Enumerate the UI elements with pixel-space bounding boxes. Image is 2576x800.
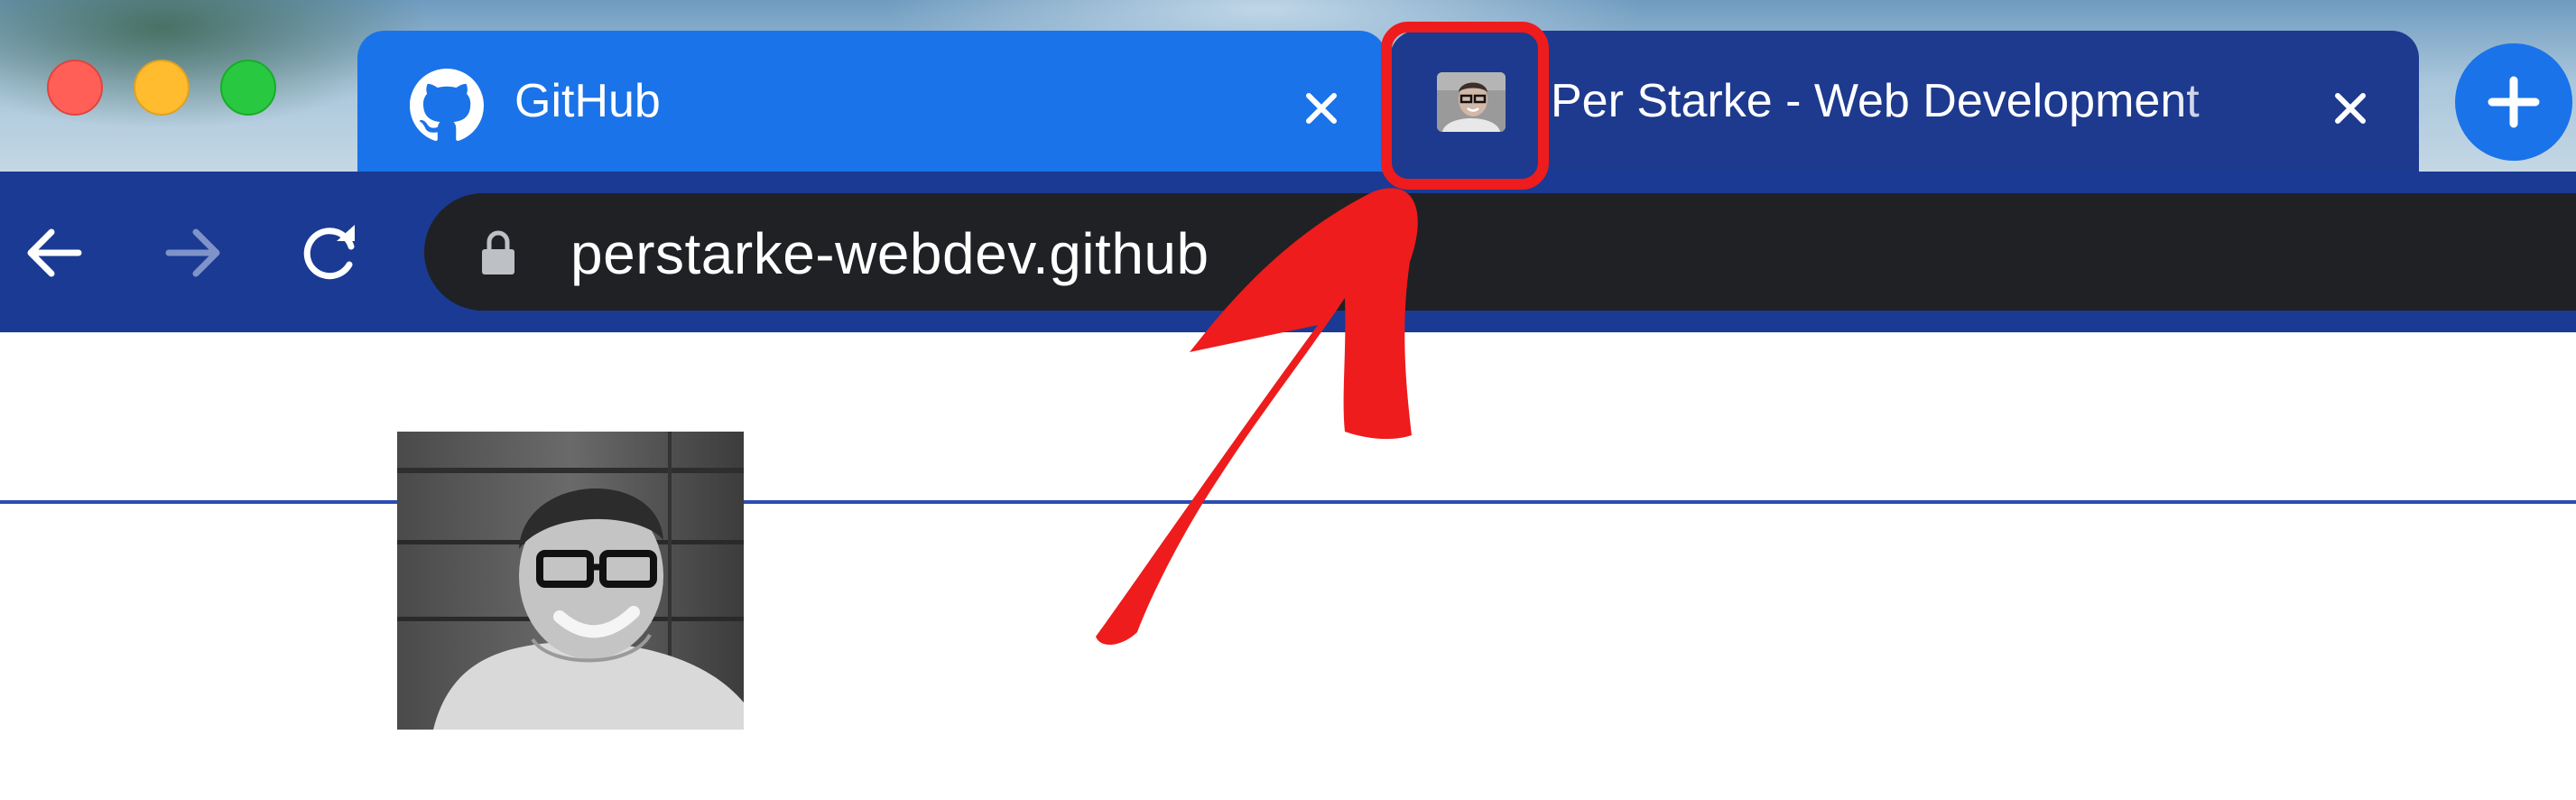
- back-button[interactable]: [9, 208, 99, 298]
- annotation-arrow: [1096, 188, 1418, 646]
- profile-photo: [397, 432, 744, 730]
- close-icon[interactable]: [1296, 83, 1347, 134]
- forward-button[interactable]: [148, 208, 238, 298]
- github-icon: [410, 69, 484, 141]
- window-close-button[interactable]: [47, 60, 103, 116]
- lock-icon: [482, 230, 514, 274]
- tab-title: GitHub: [514, 75, 661, 127]
- tab-title: Per Starke - Web Development: [1551, 75, 2200, 127]
- reload-button[interactable]: [285, 208, 375, 298]
- forward-arrow-icon: [165, 228, 220, 277]
- new-tab-button[interactable]: [2455, 43, 2572, 161]
- annotation-highlight-box: [1381, 22, 1549, 190]
- window-maximize-button[interactable]: [220, 60, 276, 116]
- address-bar[interactable]: perstarke-webdev.github: [424, 193, 2576, 311]
- title-bar: GitHub Per Starke - Web Development: [0, 0, 2576, 181]
- back-arrow-icon: [27, 228, 82, 277]
- plus-icon: [2488, 76, 2540, 128]
- window-minimize-button[interactable]: [134, 60, 190, 116]
- reload-icon: [303, 225, 355, 280]
- close-icon[interactable]: [2325, 83, 2376, 134]
- tab-github[interactable]: GitHub: [357, 31, 1386, 175]
